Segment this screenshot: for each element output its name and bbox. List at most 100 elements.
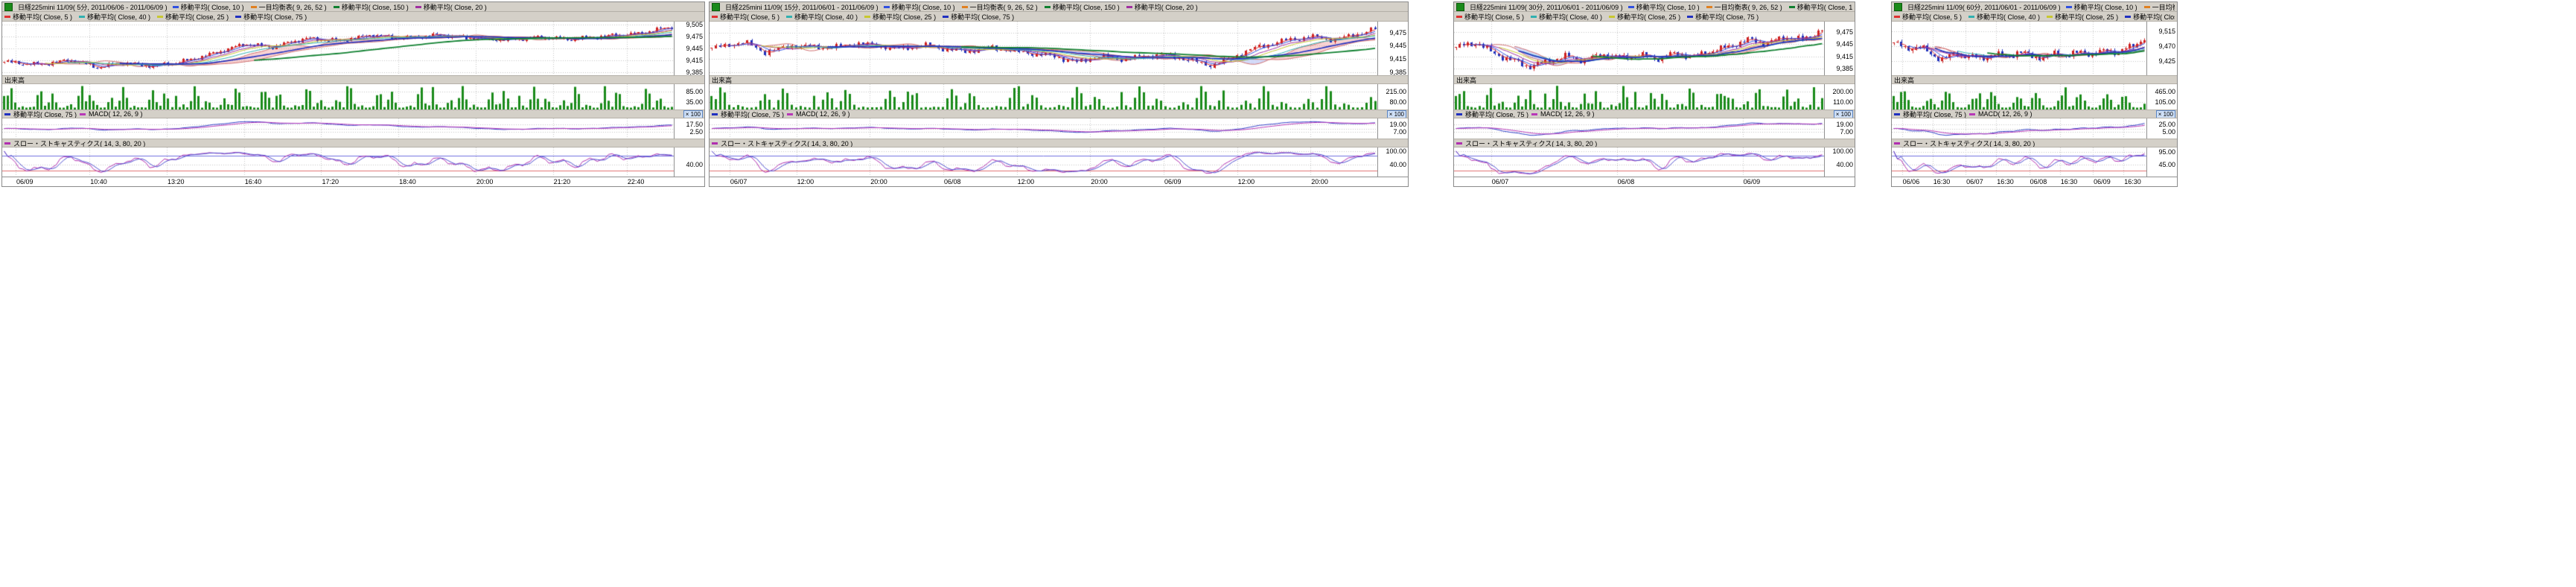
indicator-marker (157, 16, 163, 18)
chart-icon[interactable] (712, 3, 720, 11)
volume-chart-canvas[interactable] (1454, 84, 1824, 110)
indicator-list-row2: 移動平均( Close, 5 )移動平均( Close, 40 )移動平均( C… (1456, 12, 1759, 22)
time-label: 16:30 (2124, 178, 2141, 185)
indicator-marker (173, 6, 179, 8)
indicator-label: 移動平均( Close, 5 ) (1894, 12, 1962, 22)
time-label: 20:00 (1311, 178, 1328, 185)
indicator-marker (712, 16, 718, 18)
indicator-label: 移動平均( Close, 25 ) (864, 12, 936, 22)
indicator-label-text: 移動平均( Close, 10 ) (181, 2, 244, 12)
axis-label: 9,385 (1836, 65, 1853, 72)
macd-label-bar: 移動平均( Close, 75 ) MACD( 12, 26, 9 ) × 10… (710, 110, 1408, 118)
stoch-chart-canvas[interactable] (1892, 147, 2146, 177)
time-label: 12:00 (1018, 178, 1035, 185)
ma75-label: 移動平均( Close, 75 ) (1903, 110, 1966, 118)
time-label: 20:00 (476, 178, 494, 185)
volume-section: 200.00110.00 (1454, 84, 1855, 110)
indicator-list-row1: 移動平均( Close, 10 )一目均衡表( 9, 26, 52 )移動平均(… (884, 2, 1198, 12)
volume-chart-canvas[interactable] (710, 84, 1377, 110)
indicator-marker (334, 6, 339, 8)
axis-label: 9,445 (1836, 40, 1853, 48)
indicator-marker (2125, 16, 2131, 18)
price-chart-canvas[interactable] (2, 22, 674, 75)
indicator-label: 移動平均( Close, 5 ) (4, 12, 72, 22)
axis-label: 465.00 (2155, 88, 2175, 95)
indicator-label-text: 一目均衡表( 9, 26, 52 ) (970, 2, 1038, 12)
axis-label: 85.00 (686, 88, 703, 95)
chart-icon[interactable] (1456, 3, 1464, 11)
volume-chart-canvas[interactable] (2, 84, 674, 110)
axis-label: 80.00 (1389, 98, 1406, 106)
indicator-label-text: 一目均衡表( 9, 26, 52 ) (259, 2, 327, 12)
time-label: 21:20 (554, 178, 571, 185)
price-chart-canvas[interactable] (1454, 22, 1824, 75)
indicator-label: 移動平均( Close, 10 ) (2066, 2, 2137, 12)
stoch-marker (712, 142, 718, 145)
indicator-label: 移動平均( Close, 75 ) (943, 12, 1014, 22)
time-label: 06/09 (16, 178, 34, 185)
stoch-label-bar: スロー・ストキャスティクス( 14, 3, 80, 20 ) (1454, 139, 1855, 147)
indicator-label: 移動平均( Close, 10 ) (1628, 2, 1700, 12)
time-label: 12:00 (797, 178, 814, 185)
panel-title: 日経225mini 11/09( 60分, 2011/06/01 - 2011/… (1907, 2, 2061, 12)
time-label: 06/06 (1903, 178, 1920, 185)
panel-header-row1: 日経225mini 11/09( 30分, 2011/06/01 - 2011/… (1454, 2, 1855, 12)
indicator-label-text: 移動平均( Close, 5 ) (1464, 12, 1524, 22)
multiplier-badge[interactable]: × 100 (683, 110, 703, 118)
volume-section: 85.0035.00 (2, 84, 704, 110)
time-label: 16:30 (1933, 178, 1951, 185)
multiplier-badge[interactable]: × 100 (2156, 110, 2175, 118)
volume-chart-canvas[interactable] (1892, 84, 2146, 110)
indicator-label: 移動平均( Close, 75 ) (2125, 12, 2175, 22)
ma75-label: 移動平均( Close, 75 ) (721, 110, 784, 118)
axis-label: 215.00 (1386, 88, 1406, 95)
stoch-chart-canvas[interactable] (710, 147, 1377, 177)
chart-icon[interactable] (4, 3, 13, 11)
indicator-label: 移動平均( Close, 150 ) (334, 2, 409, 12)
axis-label: 9,470 (2158, 42, 2175, 50)
macd-label: MACD( 12, 26, 9 ) (1978, 110, 2033, 118)
panel-header-row1: 日経225mini 11/09( 15分, 2011/06/01 - 2011/… (710, 2, 1408, 12)
panel-header-row2: 移動平均( Close, 5 )移動平均( Close, 40 )移動平均( C… (1892, 12, 2177, 22)
indicator-label: 移動平均( Close, 75 ) (1687, 12, 1759, 22)
stoch-marker (4, 142, 10, 145)
stoch-chart-canvas[interactable] (1454, 147, 1824, 177)
volume-axis: 85.0035.00 (674, 84, 704, 110)
macd-chart-canvas[interactable] (1892, 118, 2146, 139)
indicator-marker (884, 6, 890, 8)
indicator-marker (1628, 6, 1634, 8)
macd-chart-canvas[interactable] (1454, 118, 1824, 139)
indicator-marker (1045, 6, 1051, 8)
panel-header-row1: 日経225mini 11/09( 60分, 2011/06/01 - 2011/… (1892, 2, 2177, 12)
chart-icon[interactable] (1894, 3, 1902, 11)
indicator-marker (4, 16, 10, 18)
time-label: 06/09 (1164, 178, 1182, 185)
macd-label-bar: 移動平均( Close, 75 ) MACD( 12, 26, 9 ) × 10… (1454, 110, 1855, 118)
indicator-label-text: 移動平均( Close, 75 ) (2133, 12, 2175, 22)
indicator-label-text: 移動平均( Close, 5 ) (13, 12, 72, 22)
price-chart-canvas[interactable] (710, 22, 1377, 75)
indicator-label-text: 移動平均( Close, 25 ) (165, 12, 229, 22)
price-axis: 9,5159,4709,425 (2146, 22, 2177, 75)
stoch-marker (1456, 142, 1462, 145)
indicator-label: 移動平均( Close, 40 ) (79, 12, 150, 22)
multiplier-badge[interactable]: × 100 (1387, 110, 1406, 118)
volume-section-label: 出来高 (1894, 75, 1914, 84)
macd-chart-canvas[interactable] (710, 118, 1377, 139)
panel-title: 日経225mini 11/09( 5分, 2011/06/06 - 2011/0… (18, 2, 168, 12)
indicator-label: 移動平均( Close, 25 ) (157, 12, 229, 22)
ma75-marker (712, 113, 718, 115)
stoch-chart-canvas[interactable] (2, 147, 674, 177)
indicator-marker (1894, 16, 1900, 18)
time-label: 18:40 (399, 178, 416, 185)
macd-chart-canvas[interactable] (2, 118, 674, 139)
axis-label: 9,425 (2158, 57, 2175, 65)
price-chart-canvas[interactable] (1892, 22, 2146, 75)
volume-section-label: 出来高 (1456, 75, 1476, 84)
multiplier-badge[interactable]: × 100 (1834, 110, 1853, 118)
indicator-label: 移動平均( Close, 10 ) (173, 2, 244, 12)
stoch-axis: 100.0040.00 (1824, 147, 1855, 177)
indicator-marker (864, 16, 870, 18)
time-label: 06/07 (1966, 178, 1983, 185)
axis-label: 9,475 (1836, 28, 1853, 36)
